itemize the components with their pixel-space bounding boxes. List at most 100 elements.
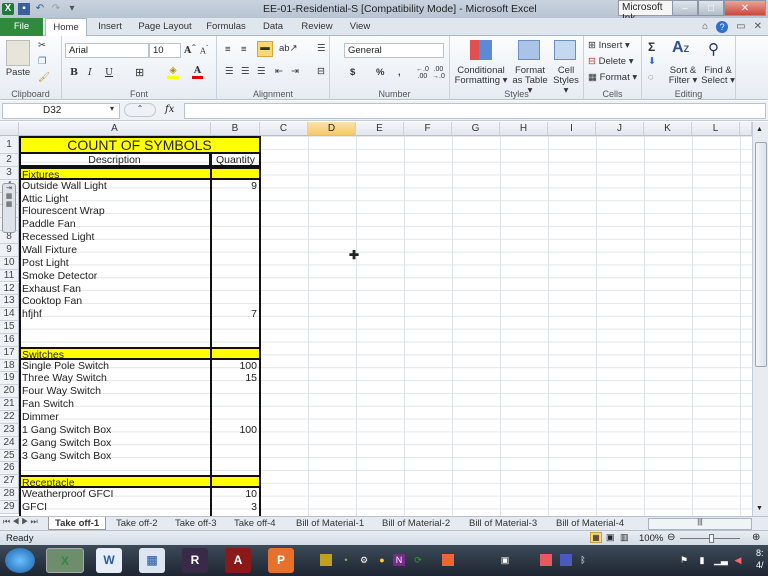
name-box[interactable]: D32 [2,103,120,119]
row-header-23[interactable]: 23 [0,423,19,437]
shrink-font-icon[interactable]: Aˇ [200,45,209,56]
row-header-1[interactable]: 1 [0,136,19,154]
row-header-2[interactable]: 2 [0,154,19,167]
network-icon[interactable]: • [340,554,352,566]
row-header-21[interactable]: 21 [0,398,19,411]
row-header-26[interactable]: 26 [0,462,19,476]
insert-cells-button[interactable]: ⊞ Insert ▾ [588,40,642,51]
customize-icon[interactable]: ▾ [66,3,78,15]
row-header-18[interactable]: 18 [0,359,19,373]
shield-icon[interactable] [320,554,332,566]
font-name-select[interactable]: Arial [65,43,149,58]
find-select-icon[interactable]: ⚲ [708,40,719,58]
close-button[interactable]: ✕ [724,0,766,16]
zoom-level[interactable]: 100% [639,533,663,544]
decrease-decimal-icon[interactable]: .00 →.0 [432,66,445,80]
minimize-button[interactable]: – [672,0,698,16]
minimize-ribbon-icon[interactable]: ⌂ [702,21,708,33]
save-icon[interactable]: ▪ [18,3,30,15]
increase-decimal-icon[interactable]: ←.0.00 [416,66,429,80]
sheet-tab-take-off-2[interactable]: Take off-2 [110,517,164,530]
column-header-f[interactable]: F [404,122,452,136]
taskbar-app-calculator[interactable]: ▦ [139,548,165,573]
taskbar-app-autodesk[interactable]: A [225,548,251,573]
column-header-a[interactable]: A [19,122,211,136]
settings-icon[interactable]: ⚙ [358,554,370,566]
sheet-tab-take-off-4[interactable]: Take off-4 [228,517,282,530]
tab-home[interactable]: Home [45,18,87,37]
sheet-tab-take-off-3[interactable]: Take off-3 [169,517,223,530]
tab-formulas[interactable]: Formulas [203,18,249,36]
start-button[interactable] [5,548,35,573]
row-header-8[interactable]: 8 [0,231,19,244]
chat-icon[interactable] [540,554,552,566]
row-header-22[interactable]: 22 [0,411,19,424]
percent-button[interactable]: % [376,67,384,78]
tab-file[interactable]: File [0,18,43,36]
conditional-formatting-icon[interactable] [470,40,492,60]
orientation-icon[interactable]: ab↗ [279,43,298,54]
row-header-12[interactable]: 12 [0,282,19,296]
taskbar-app-word[interactable]: W [96,548,122,573]
copy-icon[interactable]: ❐ [38,56,47,67]
sort-filter-icon[interactable]: AZ [672,39,689,57]
row-header-17[interactable]: 17 [0,346,19,360]
font-size-select[interactable]: 10 [149,43,181,58]
insert-function-button[interactable]: fx [165,104,174,115]
signal-icon[interactable]: ▁▃ [714,554,728,566]
column-header-e[interactable]: E [356,122,404,136]
close-workbook-icon[interactable]: ✕ [754,21,762,33]
column-header-b[interactable]: B [211,122,260,136]
currency-button[interactable]: $ [350,67,355,78]
sort-filter-button[interactable]: Sort & Filter ▾ [664,66,702,86]
wrap-text-icon[interactable]: ☰ [317,43,326,54]
column-header-c[interactable]: C [260,122,308,136]
volume-icon[interactable]: ◀ [732,554,744,566]
microsoft-ink-tool[interactable]: Microsoft Ink [618,0,680,24]
row-header-3[interactable]: 3 [0,166,19,180]
sheet-tab-bill-of-material-3[interactable]: Bill of Material-3 [463,517,543,530]
tab-insert[interactable]: Insert [92,18,128,36]
row-header-19[interactable]: 19 [0,372,19,386]
font-color-icon[interactable]: A [192,65,203,79]
delete-cells-button[interactable]: ⊟ Delete ▾ [588,56,642,67]
row-header-29[interactable]: 29 [0,500,19,514]
row-header-11[interactable]: 11 [0,269,19,283]
column-header-h[interactable]: H [500,122,548,136]
row-header-28[interactable]: 28 [0,488,19,501]
bold-button[interactable]: B [70,67,78,78]
sheet-tab-bill-of-material-1[interactable]: Bill of Material-1 [290,517,370,530]
sheet-tab-bill-of-material-4[interactable]: Bill of Material-4 [550,517,630,530]
row-header-10[interactable]: 10 [0,256,19,270]
row-header-24[interactable]: 24 [0,436,19,450]
decrease-indent-icon[interactable]: ⇤ [275,66,283,77]
clock[interactable]: 8: 4/ [756,547,764,571]
align-center-icon[interactable]: ☰ [241,66,250,77]
page-break-view-icon[interactable]: ▥ [620,532,629,543]
formula-expand-handle[interactable]: ⌃ [124,103,156,117]
borders-icon[interactable]: ⊞ [135,66,144,79]
taskbar-app-excel[interactable]: X [46,548,84,573]
page-layout-view-icon[interactable]: ▣ [606,532,615,543]
undo-icon[interactable]: ↶ [34,3,46,15]
fill-color-icon[interactable]: ◈ [167,65,179,79]
taskbar-app-powerpoint[interactable]: P [268,548,294,573]
cut-icon[interactable]: ✂ [38,40,46,51]
underline-button[interactable]: U [105,67,113,78]
row-header-15[interactable]: 15 [0,321,19,334]
increase-indent-icon[interactable]: ⇥ [291,66,299,77]
column-header-g[interactable]: G [452,122,500,136]
row-header-20[interactable]: 20 [0,385,19,399]
column-header-i[interactable]: I [548,122,596,136]
row-header-27[interactable]: 27 [0,475,19,489]
row-header-14[interactable]: 14 [0,308,19,322]
power-icon[interactable]: ▮ [696,554,708,566]
column-header-m[interactable] [740,122,752,136]
excel-logo-icon[interactable]: X [2,3,14,15]
formula-input[interactable] [184,103,766,119]
sync-icon[interactable]: ● [376,554,388,566]
app-tray-icon[interactable] [442,554,454,566]
align-right-icon[interactable]: ☰ [257,66,266,77]
sheet-tab-bill-of-material-2[interactable]: Bill of Material-2 [376,517,456,530]
vertical-scrollbar[interactable]: ▲ ▼ [752,122,768,516]
